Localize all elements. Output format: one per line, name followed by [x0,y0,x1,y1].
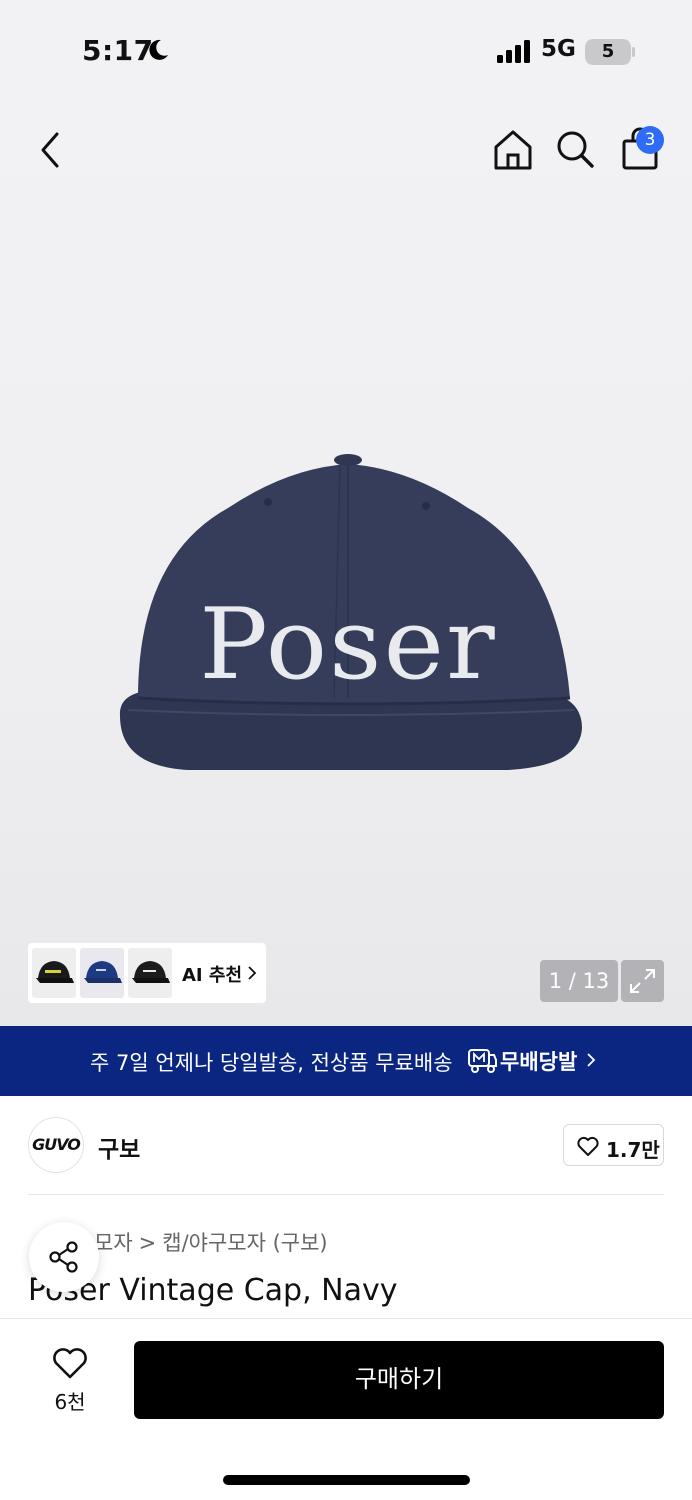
buy-button[interactable]: 구매하기 [134,1341,664,1419]
recommend-thumbnail[interactable] [80,948,124,998]
divider [28,1194,664,1195]
product-image[interactable]: Poser [108,448,588,780]
product-like-count: 6천 [54,1390,86,1414]
cap-embroidery-text: Poser [199,588,497,702]
brand-logo-text: GUVO [32,1135,81,1154]
battery-cap [632,47,635,57]
product-like-button[interactable]: 6천 [40,1346,100,1414]
delivery-banner[interactable]: 주 7일 언제나 당일발송, 전상품 무료배송 무배당발 [0,1026,692,1096]
ai-recommend-chip[interactable]: AI 추천 [28,943,266,1003]
blue-cap-icon [84,961,122,983]
chevron-right-icon [587,1053,596,1067]
breadcrumb-separator: > [138,1231,157,1255]
heart-outline-icon [53,1348,87,1379]
delivery-truck-icon [468,1049,497,1073]
chevron-right-icon [248,966,257,980]
network-label: 5G [541,36,576,62]
cart-count-badge: 3 [636,126,664,154]
brand-name[interactable]: 구보 [98,1130,140,1164]
delivery-banner-text: 주 7일 언제나 당일발송, 전상품 무료배송 [90,1051,453,1075]
breadcrumb-item[interactable]: 모자 [94,1231,133,1255]
black-cap-icon [132,961,170,983]
image-counter: 1 / 13 [540,960,618,1002]
battery-level: 5 [601,41,615,62]
share-icon [49,1241,78,1273]
expand-icon [630,969,655,993]
brand-like-count: 1.7만 [606,1138,660,1162]
heart-outline-icon [577,1136,599,1156]
back-icon[interactable] [30,128,70,172]
fullscreen-button[interactable] [621,960,664,1002]
breadcrumb-item[interactable]: 캡/야구모자 (구보) [162,1231,327,1255]
ai-recommend-label: AI 추천 [182,965,243,986]
home-indicator [223,1475,470,1485]
home-icon[interactable] [490,127,536,173]
search-icon[interactable] [554,128,596,172]
signal-icon [497,40,530,63]
brand-like-button[interactable]: 1.7만 [563,1124,664,1166]
delivery-brand-label: 무배당발 [500,1050,578,1074]
brand-logo[interactable]: GUVO [28,1117,84,1173]
recommend-thumbnail[interactable] [32,948,76,998]
status-time: 5:17 [82,34,154,67]
share-button[interactable] [29,1222,99,1292]
battery-icon: 5 [585,39,631,65]
black-cap-icon [36,961,74,983]
moon-icon [149,39,168,60]
recommend-thumbnail[interactable] [128,948,172,998]
